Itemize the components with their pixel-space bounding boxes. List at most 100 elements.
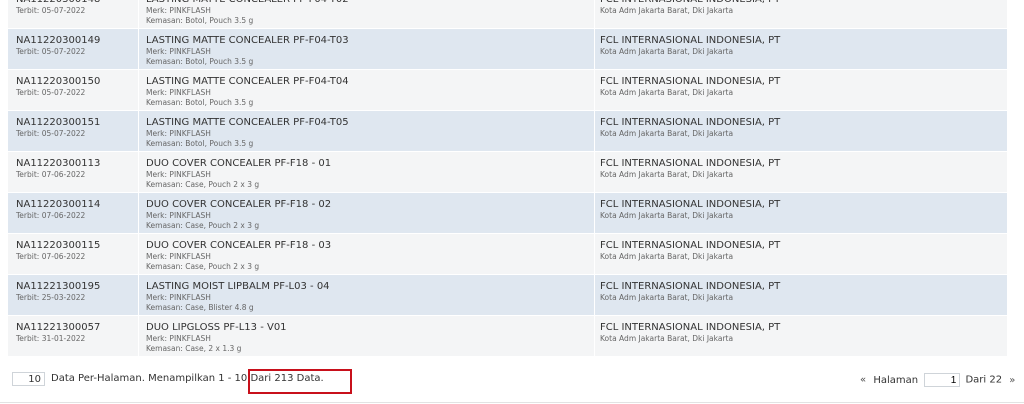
product-cell: DUO COVER CONCEALER PF-F18 - 01 Merk: PIN… xyxy=(139,152,595,192)
issue-date: Terbit: 25-03-2022 xyxy=(16,293,86,302)
per-page-input[interactable] xyxy=(12,372,45,386)
table-row[interactable]: NA11220300113 Terbit: 07-06-2022 DUO COVER… xyxy=(8,152,1007,193)
company-location: Kota Adm Jakarta Barat, Dki Jakarta xyxy=(600,293,734,302)
highlight-annotation xyxy=(248,369,352,394)
packaging-label: Kemasan: Botol, Pouch 3.5 g xyxy=(146,97,254,107)
registration-number: NA11220300113 xyxy=(16,158,101,169)
company-location: Kota Adm Jakarta Barat, Dki Jakarta xyxy=(600,334,734,343)
company-name: FCL INTERNASIONAL INDONESIA, PT xyxy=(600,158,781,169)
brand-label: Merk: PINKFLASH xyxy=(146,334,211,343)
next-page-icon[interactable]: » xyxy=(1009,375,1015,386)
registration-cell: NA11220300150 Terbit: 05-07-2022 xyxy=(8,70,139,110)
issue-date: Terbit: 31-01-2022 xyxy=(16,334,86,343)
product-cell: LASTING MATTE CONCEALER PF-F04-T05 Merk: … xyxy=(139,111,595,151)
registration-cell: NA11220300115 Terbit: 07-06-2022 xyxy=(8,234,139,274)
product-name: LASTING MATTE CONCEALER PF-F04-T05 xyxy=(146,117,349,128)
table-body: NA11220300148Terbit: 05-07-2022LASTING M… xyxy=(8,0,1007,357)
packaging-label: Kemasan: Case, Pouch 2 x 3 g xyxy=(146,220,260,230)
page-label: Halaman xyxy=(873,374,919,386)
company-cell: FCL INTERNASIONAL INDONESIA, PTKota Adm … xyxy=(595,111,1007,151)
table-row[interactable]: NA11220300148Terbit: 05-07-2022LASTING M… xyxy=(8,0,1007,29)
company-cell: FCL INTERNASIONAL INDONESIA, PTKota Adm … xyxy=(595,275,1007,315)
company-cell: FCL INTERNASIONAL INDONESIA, PTKota Adm … xyxy=(595,70,1007,110)
company-name: FCL INTERNASIONAL INDONESIA, PT xyxy=(600,35,781,46)
packaging-label: Kemasan: Botol, Pouch 3.5 g xyxy=(146,15,254,25)
registration-number: NA11221300195 xyxy=(16,281,101,292)
registration-cell: NA11221300057 Terbit: 31-01-2022 xyxy=(8,316,139,356)
table-row[interactable]: NA11220300150 Terbit: 05-07-2022 LASTING M… xyxy=(8,70,1007,111)
company-name: FCL INTERNASIONAL INDONESIA, PT xyxy=(600,76,781,87)
product-cell: LASTING MATTE CONCEALER PF-F04-T02Merk: … xyxy=(139,0,595,28)
table-row[interactable]: NA11221300057 Terbit: 31-01-2022 DUO LIPGL… xyxy=(8,316,1007,357)
table-row[interactable]: NA11220300114 Terbit: 07-06-2022 DUO COVER… xyxy=(8,193,1007,234)
page-number-input[interactable] xyxy=(924,373,961,387)
packaging-label: Kemasan: Case, Pouch 2 x 3 g xyxy=(146,179,260,189)
issue-date: Terbit: 07-06-2022 xyxy=(16,170,86,179)
company-location: Kota Adm Jakarta Barat, Dki Jakarta xyxy=(600,88,734,97)
brand-label: Merk: PINKFLASH xyxy=(146,129,211,138)
company-cell: FCL INTERNASIONAL INDONESIA, PTKota Adm … xyxy=(595,234,1007,274)
company-name: FCL INTERNASIONAL INDONESIA, PT xyxy=(600,117,781,128)
table-row[interactable]: NA11220300115 Terbit: 07-06-2022 DUO COVER… xyxy=(8,234,1007,275)
product-cell: DUO LIPGLOSS PF-L13 - V01 Merk: PINKFLASH… xyxy=(139,316,595,356)
company-cell: FCL INTERNASIONAL INDONESIA, PTKota Adm … xyxy=(595,316,1007,356)
company-name: FCL INTERNASIONAL INDONESIA, PT xyxy=(600,199,781,210)
company-cell: FCL INTERNASIONAL INDONESIA, PTKota Adm … xyxy=(595,152,1007,192)
brand-label: Merk: PINKFLASH xyxy=(146,47,211,56)
product-name: LASTING MATTE CONCEALER PF-F04-T03 xyxy=(146,35,349,46)
product-name: DUO COVER CONCEALER PF-F18 - 02 xyxy=(146,199,332,210)
company-cell: FCL INTERNASIONAL INDONESIA, PTKota Adm … xyxy=(595,29,1007,69)
company-location: Kota Adm Jakarta Barat, Dki Jakarta xyxy=(600,211,734,220)
company-location: Kota Adm Jakarta Barat, Dki Jakarta xyxy=(600,252,734,261)
prev-page-icon[interactable]: « xyxy=(860,375,866,386)
registration-cell: NA11221300195 Terbit: 25-03-2022 xyxy=(8,275,139,315)
company-location: Kota Adm Jakarta Barat, Dki Jakarta xyxy=(600,170,734,179)
registration-number: NA11220300150 xyxy=(16,76,101,87)
registration-cell: NA11220300113 Terbit: 07-06-2022 xyxy=(8,152,139,192)
issue-date: Terbit: 05-07-2022 xyxy=(16,6,86,15)
product-cell: LASTING MATTE CONCEALER PF-F04-T03 Merk: … xyxy=(139,29,595,69)
registration-number: NA11220300151 xyxy=(16,117,101,128)
table-row[interactable]: NA11220300149 Terbit: 05-07-2022 LASTING M… xyxy=(8,29,1007,70)
product-name: LASTING MATTE CONCEALER PF-F04-T04 xyxy=(146,76,349,87)
product-name: DUO COVER CONCEALER PF-F18 - 01 xyxy=(146,158,332,169)
issue-date: Terbit: 05-07-2022 xyxy=(16,129,86,138)
issue-date: Terbit: 05-07-2022 xyxy=(16,47,86,56)
results-table: NA11220300148Terbit: 05-07-2022LASTING M… xyxy=(8,0,1007,357)
packaging-label: Kemasan: Case, Blister 4.8 g xyxy=(146,302,254,312)
registration-cell: NA11220300148Terbit: 05-07-2022 xyxy=(8,0,139,28)
packaging-label: Kemasan: Botol, Pouch 3.5 g xyxy=(146,138,254,148)
brand-label: Merk: PINKFLASH xyxy=(146,88,211,97)
company-location: Kota Adm Jakarta Barat, Dki Jakarta xyxy=(600,129,734,138)
product-cell: DUO COVER CONCEALER PF-F18 - 03 Merk: PIN… xyxy=(139,234,595,274)
packaging-label: Kemasan: Case, Pouch 2 x 3 g xyxy=(146,261,260,271)
pagination: « Halaman Dari 22 » xyxy=(860,373,1015,387)
registration-number: NA11221300057 xyxy=(16,322,101,333)
total-pages: Dari 22 xyxy=(965,374,1003,386)
brand-label: Merk: PINKFLASH xyxy=(146,6,211,15)
packaging-label: Kemasan: Botol, Pouch 3.5 g xyxy=(146,56,254,66)
brand-label: Merk: PINKFLASH xyxy=(146,211,211,220)
brand-label: Merk: PINKFLASH xyxy=(146,252,211,261)
table-footer: Data Per-Halaman. Menampilkan 1 - 10 Dar… xyxy=(0,369,1024,393)
issue-date: Terbit: 05-07-2022 xyxy=(16,88,86,97)
company-name: FCL INTERNASIONAL INDONESIA, PT xyxy=(600,281,781,292)
registration-cell: NA11220300149 Terbit: 05-07-2022 xyxy=(8,29,139,69)
product-name: DUO LIPGLOSS PF-L13 - V01 xyxy=(146,322,287,333)
table-row[interactable]: NA11221300195 Terbit: 25-03-2022 LASTING M… xyxy=(8,275,1007,316)
brand-label: Merk: PINKFLASH xyxy=(146,170,211,179)
brand-label: Merk: PINKFLASH xyxy=(146,293,211,302)
registration-cell: NA11220300151 Terbit: 05-07-2022 xyxy=(8,111,139,151)
table-row[interactable]: NA11220300151 Terbit: 05-07-2022 LASTING M… xyxy=(8,111,1007,152)
registration-cell: NA11220300114 Terbit: 07-06-2022 xyxy=(8,193,139,233)
issue-date: Terbit: 07-06-2022 xyxy=(16,211,86,220)
company-location: Kota Adm Jakarta Barat, Dki Jakarta xyxy=(600,47,734,56)
company-name: FCL INTERNASIONAL INDONESIA, PT xyxy=(600,240,781,251)
registration-number: NA11220300115 xyxy=(16,240,101,251)
company-location: Kota Adm Jakarta Barat, Dki Jakarta xyxy=(600,6,734,15)
company-cell: FCL INTERNASIONAL INDONESIA, PTKota Adm … xyxy=(595,0,1007,28)
company-name: FCL INTERNASIONAL INDONESIA, PT xyxy=(600,322,781,333)
product-name: DUO COVER CONCEALER PF-F18 - 03 xyxy=(146,240,332,251)
issue-date: Terbit: 07-06-2022 xyxy=(16,252,86,261)
registration-number: NA11220300114 xyxy=(16,199,101,210)
